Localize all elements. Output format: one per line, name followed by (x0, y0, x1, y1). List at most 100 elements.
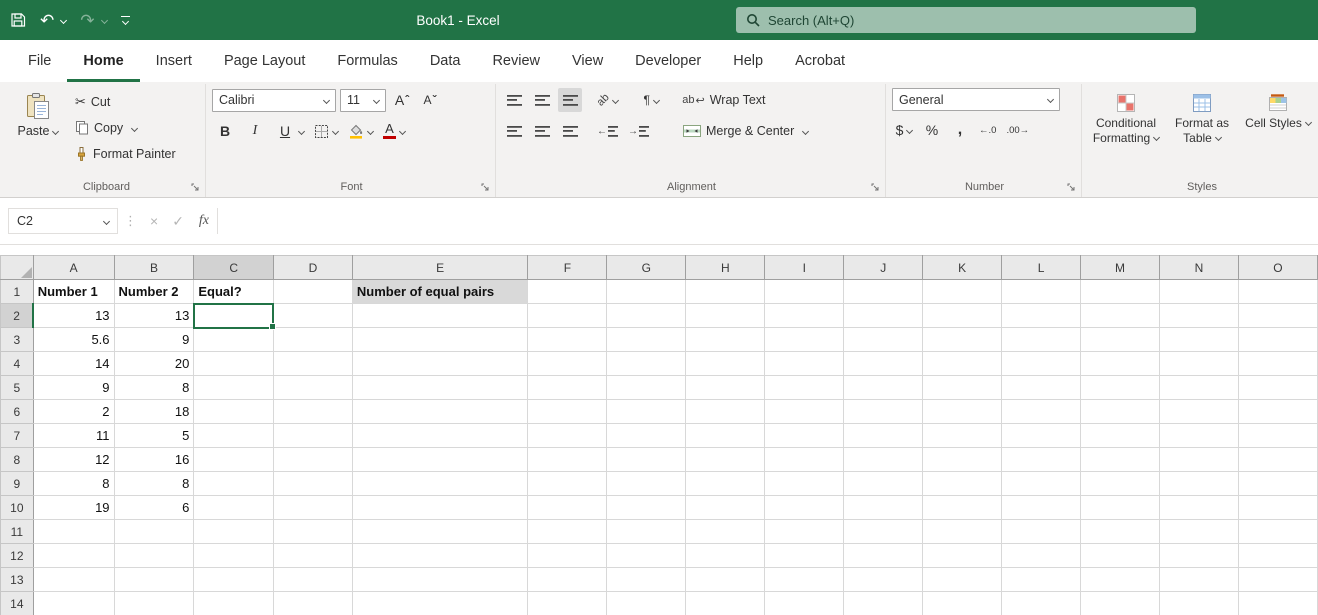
cell-J4[interactable] (843, 351, 924, 376)
menu-tab-page-layout[interactable]: Page Layout (208, 40, 321, 82)
percent-style-button[interactable]: % (920, 118, 944, 142)
cell-G3[interactable] (606, 327, 687, 352)
cell-N9[interactable] (1159, 471, 1239, 496)
paste-button[interactable]: Paste (12, 88, 64, 138)
cell-G13[interactable] (606, 567, 687, 592)
cell-M13[interactable] (1080, 567, 1160, 592)
cell-F2[interactable] (527, 303, 608, 328)
cell-K8[interactable] (922, 447, 1003, 472)
column-header-C[interactable]: C (193, 255, 274, 280)
cell-C5[interactable] (193, 375, 274, 400)
cell-L13[interactable] (1001, 567, 1082, 592)
cell-L9[interactable] (1001, 471, 1082, 496)
cell-I12[interactable] (764, 543, 845, 568)
italic-button[interactable]: I (242, 119, 268, 143)
cell-A1[interactable]: Number 1 (32, 279, 115, 304)
align-left-button[interactable] (502, 119, 526, 143)
cell-B12[interactable] (113, 543, 195, 568)
copy-button[interactable]: Copy (72, 116, 179, 140)
column-header-N[interactable]: N (1159, 255, 1239, 280)
cell-L3[interactable] (1001, 327, 1082, 352)
save-button[interactable] (10, 12, 26, 28)
cell-C14[interactable] (193, 591, 274, 615)
cell-L10[interactable] (1001, 495, 1082, 520)
text-direction-button[interactable]: ¶ (639, 88, 663, 112)
cell-I14[interactable] (764, 591, 845, 615)
alignment-dialog-launcher[interactable] (870, 181, 880, 197)
cell-M11[interactable] (1080, 519, 1160, 544)
cell-E5[interactable] (351, 375, 529, 400)
cell-J9[interactable] (843, 471, 924, 496)
cell-K1[interactable] (922, 279, 1003, 304)
customize-quick-access-button[interactable] (120, 15, 130, 26)
cell-I10[interactable] (764, 495, 845, 520)
row-header-4[interactable]: 4 (0, 351, 34, 376)
cell-F6[interactable] (527, 399, 608, 424)
row-header-1[interactable]: 1 (0, 279, 34, 304)
cell-C4[interactable] (193, 351, 274, 376)
cell-M4[interactable] (1080, 351, 1160, 376)
cell-L14[interactable] (1001, 591, 1082, 615)
cell-H11[interactable] (685, 519, 766, 544)
menu-tab-data[interactable]: Data (414, 40, 477, 82)
cell-F11[interactable] (527, 519, 608, 544)
cell-G11[interactable] (606, 519, 687, 544)
cell-B8[interactable]: 16 (113, 447, 195, 472)
cell-I5[interactable] (764, 375, 845, 400)
cell-I6[interactable] (764, 399, 845, 424)
cell-J5[interactable] (843, 375, 924, 400)
row-header-14[interactable]: 14 (0, 591, 34, 615)
cell-O11[interactable] (1237, 519, 1318, 544)
cell-K14[interactable] (922, 591, 1003, 615)
cell-E9[interactable] (351, 471, 529, 496)
cell-K7[interactable] (922, 423, 1003, 448)
cell-F14[interactable] (527, 591, 608, 615)
column-header-A[interactable]: A (32, 255, 115, 280)
cell-M2[interactable] (1080, 303, 1160, 328)
cell-D6[interactable] (272, 399, 353, 424)
cell-D8[interactable] (272, 447, 353, 472)
cell-O12[interactable] (1237, 543, 1318, 568)
increase-decimal-button[interactable]: ←.0 (976, 123, 999, 138)
format-painter-button[interactable]: Format Painter (72, 142, 179, 166)
cell-C2[interactable] (192, 302, 277, 330)
cell-G2[interactable] (606, 303, 687, 328)
cell-M1[interactable] (1080, 279, 1160, 304)
cell-H4[interactable] (685, 351, 766, 376)
cell-F10[interactable] (527, 495, 608, 520)
cell-L4[interactable] (1001, 351, 1082, 376)
cell-D2[interactable] (272, 303, 353, 328)
menu-tab-home[interactable]: Home (67, 40, 139, 82)
cell-F13[interactable] (527, 567, 608, 592)
cell-D1[interactable] (272, 279, 353, 304)
cell-D14[interactable] (272, 591, 353, 615)
cell-C12[interactable] (193, 543, 274, 568)
cell-O8[interactable] (1237, 447, 1318, 472)
font-size-select[interactable]: 11 (340, 88, 386, 112)
cell-E1[interactable]: Number of equal pairs (351, 279, 529, 304)
cell-F12[interactable] (527, 543, 608, 568)
menu-tab-file[interactable]: File (12, 40, 67, 82)
cell-J2[interactable] (843, 303, 924, 328)
column-header-D[interactable]: D (272, 255, 353, 280)
cell-H6[interactable] (685, 399, 766, 424)
cell-E14[interactable] (351, 591, 529, 615)
underline-button[interactable]: U (272, 119, 307, 143)
decrease-indent-button[interactable]: ← (594, 119, 621, 143)
cell-I13[interactable] (764, 567, 845, 592)
column-header-J[interactable]: J (843, 255, 924, 280)
cell-E7[interactable] (351, 423, 529, 448)
cell-L8[interactable] (1001, 447, 1082, 472)
menu-tab-formulas[interactable]: Formulas (321, 40, 413, 82)
cell-G6[interactable] (606, 399, 687, 424)
cell-B7[interactable]: 5 (113, 423, 195, 448)
cell-H1[interactable] (685, 279, 766, 304)
cell-A13[interactable] (32, 567, 115, 592)
column-header-G[interactable]: G (606, 255, 687, 280)
cell-J6[interactable] (843, 399, 924, 424)
cell-I7[interactable] (764, 423, 845, 448)
cell-B6[interactable]: 18 (113, 399, 195, 424)
cell-A3[interactable]: 5.6 (32, 327, 115, 352)
cell-O1[interactable] (1237, 279, 1318, 304)
cell-E8[interactable] (351, 447, 529, 472)
